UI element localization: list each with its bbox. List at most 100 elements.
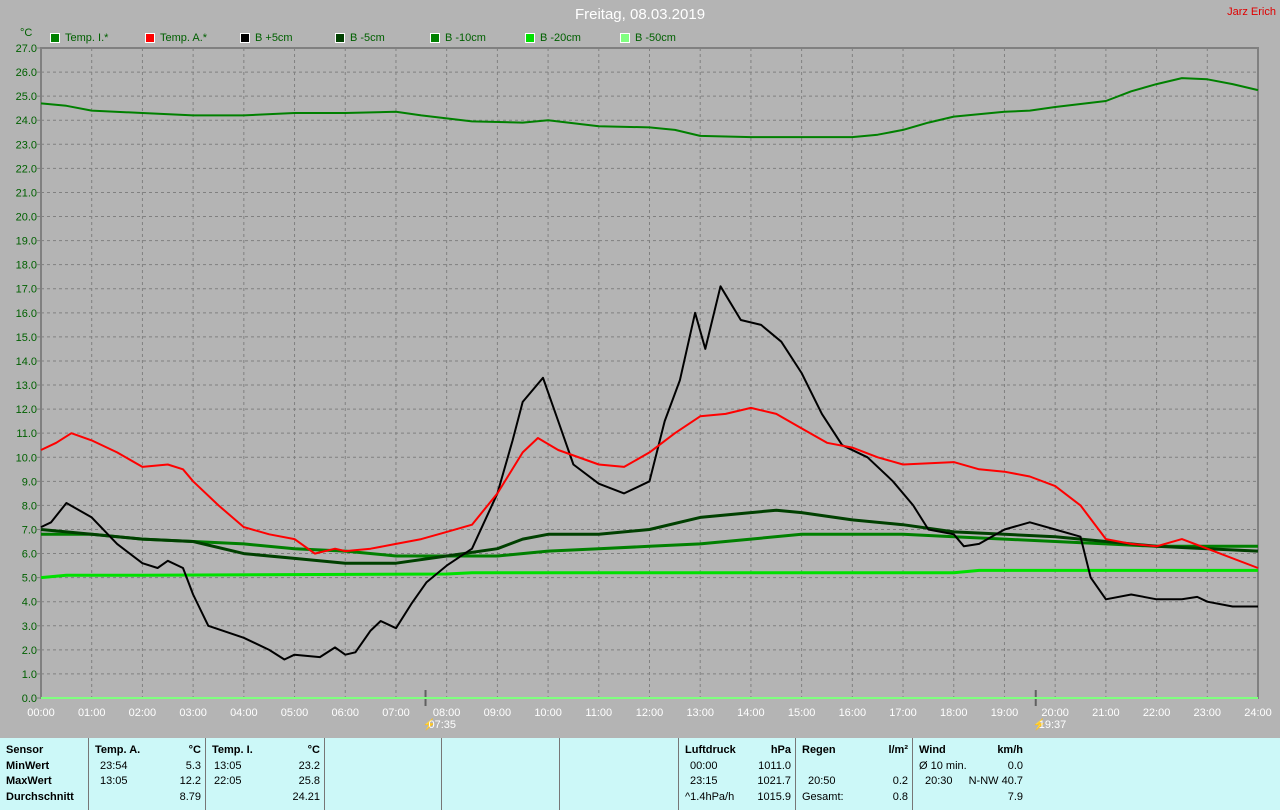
label: MaxWert [6, 775, 52, 787]
max-time: 23:15 [690, 775, 718, 787]
header: Luftdruck [685, 744, 736, 756]
max-value: 1021.7 [757, 775, 791, 787]
y-tick-label: 11.0 [16, 428, 37, 440]
stats-col-sensor: Sensor MinWert MaxWert Durchschnitt [0, 738, 89, 810]
y-tick-label: 15.0 [16, 332, 37, 344]
x-tick-label: 10:00 [534, 707, 562, 719]
x-tick-label: 01:00 [78, 707, 106, 719]
x-tick-label: 20:00 [1041, 707, 1069, 719]
y-tick-label: 14.0 [16, 356, 37, 368]
avg-value: 8.79 [179, 790, 201, 803]
y-tick-label: 1.0 [22, 669, 37, 681]
stats-panel: Sensor MinWert MaxWert Durchschnitt Temp… [0, 738, 1280, 810]
unit: °C [307, 744, 320, 756]
x-tick-label: 05:00 [281, 707, 309, 719]
y-tick-label: 3.0 [22, 621, 37, 633]
stats-col-empty [325, 738, 442, 810]
y-tick-label: 24.0 [16, 115, 37, 127]
min-time: 00:00 [690, 759, 718, 772]
max-time: 20:30 [925, 775, 953, 787]
y-tick-label: 17.0 [16, 284, 37, 296]
y-tick-label: 25.0 [16, 91, 37, 103]
y-tick-label: 9.0 [22, 476, 37, 488]
x-tick-label: 24:00 [1244, 707, 1272, 719]
y-tick-label: 13.0 [16, 380, 37, 392]
y-tick-label: 10.0 [16, 452, 37, 464]
y-tick-label: 23.0 [16, 139, 37, 151]
min-time: 23:54 [100, 759, 128, 772]
header: Wind [919, 744, 946, 756]
label: Durchschnitt [6, 790, 74, 803]
unit: l/m² [888, 744, 908, 756]
avg-value: 24.21 [292, 790, 320, 803]
stats-col-temp-a: Temp. A. °C 23:54 5.3 13:05 12.2 8.79 [89, 738, 206, 810]
stats-col-empty [442, 738, 560, 810]
max-value: 25.8 [298, 775, 320, 787]
y-tick-label: 26.0 [16, 67, 37, 79]
y-tick-label: 0.0 [22, 693, 37, 705]
x-tick-label: 19:00 [991, 707, 1019, 719]
unit: hPa [770, 744, 791, 756]
x-tick-label: 04:00 [230, 707, 258, 719]
stats-col-pressure: Luftdruck hPa 00:00 1011.0 23:15 1021.7 ^1.… [679, 738, 796, 810]
total-label: Gesamt: [802, 790, 844, 803]
y-tick-label: 22.0 [16, 163, 37, 175]
stats-col-empty [560, 738, 679, 810]
label: Sensor [6, 744, 44, 756]
max-time: 20:50 [808, 775, 836, 787]
max-time: 13:05 [100, 775, 128, 787]
avg-value: 1015.9 [757, 790, 791, 803]
y-tick-label: 18.0 [16, 260, 37, 272]
unit: km/h [997, 744, 1023, 756]
x-tick-label: 11:00 [585, 707, 612, 719]
y-tick-label: 7.0 [22, 524, 37, 536]
x-tick-label: 21:00 [1092, 707, 1120, 719]
min-time: 13:05 [214, 759, 242, 772]
x-tick-label: 07:00 [382, 707, 410, 719]
x-tick-label: 02:00 [129, 707, 157, 719]
y-tick-label: 8.0 [22, 500, 37, 512]
x-tick-label: 14:00 [737, 707, 765, 719]
stats-col-wind: Wind km/h Ø 10 min. 0.0 20:30 N-NW 40.7 7.9 [913, 738, 1027, 810]
max-value: 0.2 [892, 775, 908, 787]
stats-col-rain: Regen l/m² 20:50 0.2 Gesamt: 0.8 [796, 738, 913, 810]
avg-value: 0.0 [1007, 759, 1023, 772]
y-tick-label: 2.0 [22, 645, 37, 657]
x-tick-label: 18:00 [940, 707, 968, 719]
sunset-label: 19:37 [1039, 719, 1067, 731]
x-tick-label: 16:00 [839, 707, 867, 719]
x-tick-label: 03:00 [179, 707, 207, 719]
x-tick-label: 08:00 [433, 707, 461, 719]
y-tick-label: 6.0 [22, 549, 37, 561]
min-value: 23.2 [298, 759, 320, 772]
line-chart: 0.0 1.0 2.0 3.0 4.0 5.0 6.0 7.0 8.0 9.0 10.0 11.0 12… [16, 43, 1272, 731]
total-value: 0.8 [892, 790, 908, 803]
y-tick-label: 19.0 [16, 236, 37, 248]
x-tick-label: 09:00 [484, 707, 512, 719]
x-tick-label: 17:00 [889, 707, 917, 719]
max-time: 22:05 [214, 775, 242, 787]
x-tick-label: 12:00 [636, 707, 664, 719]
y-tick-label: 5.0 [22, 573, 37, 585]
sunrise-label: 07:35 [429, 719, 457, 731]
label: MinWert [6, 759, 50, 772]
x-tick-label: 06:00 [331, 707, 359, 719]
min-value: 5.3 [185, 759, 201, 772]
y-tick-label: 4.0 [22, 597, 37, 609]
x-tick-label: 15:00 [788, 707, 816, 719]
header: Temp. I. [212, 744, 253, 756]
x-tick-label: 13:00 [686, 707, 714, 719]
y-tick-label: 12.0 [16, 404, 37, 416]
y-tick-label: 21.0 [16, 187, 37, 199]
min-value: 1011.0 [758, 759, 791, 772]
avg-value: 7.9 [1007, 790, 1023, 803]
max-value: N-NW 40.7 [968, 775, 1023, 787]
trend: ^1.4hPa/h [685, 790, 735, 803]
header: Regen [802, 744, 836, 756]
stats-col-temp-i: Temp. I. °C 13:05 23.2 22:05 25.8 24.21 [206, 738, 325, 810]
y-tick-label: 16.0 [16, 308, 37, 320]
y-tick-label: 27.0 [16, 43, 37, 55]
max-value: 12.2 [179, 775, 201, 787]
y-tick-label: 20.0 [16, 212, 37, 224]
avg-label: Ø 10 min. [919, 759, 967, 772]
